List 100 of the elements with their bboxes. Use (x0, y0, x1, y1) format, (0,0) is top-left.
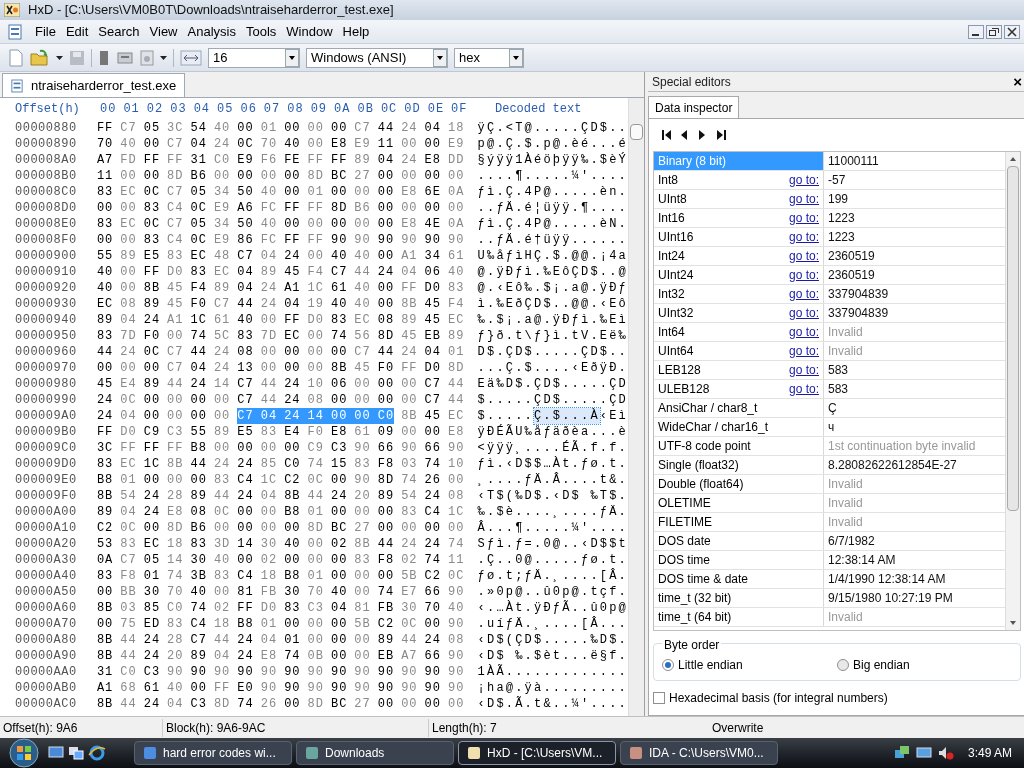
decoded-text[interactable]: <ÿÿÿ¸....ÉÃ.f.f. (477, 440, 628, 456)
restore-icon[interactable] (986, 24, 1002, 39)
memory-icon[interactable] (98, 49, 110, 66)
field-label-cell[interactable]: UInt64 go to: (654, 342, 824, 360)
decoded-text[interactable]: ‹Eì (599, 408, 628, 424)
go-to-link[interactable]: go to: (788, 380, 819, 398)
field-label-cell[interactable]: LEB128 go to: (654, 361, 824, 379)
hex-bytes[interactable]: 44 24 0C C7 44 24 08 00 00 00 00 C7 44 24 04 01 (96, 344, 465, 360)
field-label-cell[interactable]: Int8 go to: (654, 171, 824, 189)
close-button[interactable]: × (1013, 74, 1024, 89)
bytes-per-row-select[interactable]: 16 (208, 47, 300, 68)
decoded-text[interactable]: .uíƒÄ.¸....[Â... (477, 616, 628, 632)
hex-bytes[interactable]: 00 00 83 C4 0C E9 A6 FC FF FF 8D B6 00 00 00 00 (96, 200, 465, 216)
field-label-cell[interactable]: Int24 go to: (654, 247, 824, 265)
panel-tab[interactable]: Data inspector (648, 96, 740, 118)
taskbar-button[interactable]: HxD - [C:\Users\VM... (458, 741, 616, 765)
hex-bytes[interactable]: 8B 54 24 28 89 44 24 04 8B 44 24 20 89 54 24 08 (96, 488, 465, 504)
decoded-text[interactable]: @.ÿÐƒì.‰EôÇD$..@ (477, 264, 628, 280)
first-icon[interactable] (661, 128, 673, 142)
hex-bytes[interactable]: 00 BB 30 70 40 00 81 FB 30 70 40 00 74 E7 66 90 (96, 584, 465, 600)
close-icon[interactable] (1004, 24, 1020, 39)
decoded-text[interactable]: ‰.$¡.a@.ÿÐƒì.‰Eì (477, 312, 628, 328)
hex-bytes[interactable]: 0A C7 05 14 30 40 00 02 00 00 00 83 F8 02 74 11 (96, 552, 465, 568)
go-to-link[interactable]: go to: (788, 361, 819, 379)
field-label-cell[interactable]: ULEB128 go to: (654, 380, 824, 398)
last-icon[interactable] (715, 128, 727, 142)
decoded-text[interactable]: .Ç..0@.....ƒø.t. (477, 552, 628, 568)
menu-item[interactable]: File (30, 21, 61, 42)
desktop-icon[interactable] (48, 746, 64, 760)
hex-bytes[interactable]: EC 08 89 45 F0 C7 44 24 04 19 40 40 00 8B 45 F4 (96, 296, 465, 312)
decoded-text[interactable]: ....¶.....¼'.... (477, 168, 628, 184)
field-label-cell[interactable]: DOS date (654, 532, 824, 550)
menu-item[interactable]: Window (281, 21, 338, 42)
hex-bytes[interactable]: 8B 03 85 C0 74 02 FF D0 83 C3 04 81 FB 30 70 40 (96, 600, 465, 616)
hex-bytes[interactable]: 8B 44 24 20 89 04 24 E8 74 0B 00 00 EB A7 66 90 (96, 648, 465, 664)
hex-bytes[interactable]: 53 83 EC 18 83 3D 14 30 40 00 02 8B 44 24 24 74 (96, 536, 465, 552)
field-label-cell[interactable]: UInt32 go to: (654, 304, 824, 322)
decoded-text[interactable]: Â...¶.....¼'.... (477, 520, 628, 536)
go-to-link[interactable]: go to: (788, 304, 819, 322)
field-label-cell[interactable]: WideChar / char16_t (654, 418, 824, 436)
go-to-link[interactable]: go to: (788, 209, 819, 227)
open-folder-icon[interactable] (30, 48, 50, 67)
hex-bytes[interactable]: 89 04 24 E8 08 0C 00 00 B8 01 00 00 00 83 C4 1C (96, 504, 465, 520)
taskbar-button[interactable]: Downloads (296, 741, 454, 765)
windows-icon[interactable] (68, 746, 84, 760)
field-label-cell[interactable]: Int32 go to: (654, 285, 824, 303)
network-icon[interactable] (893, 745, 910, 761)
menu-item[interactable]: Edit (60, 21, 94, 42)
decoded-text[interactable]: $..... (477, 408, 534, 424)
go-to-link[interactable]: go to: (788, 323, 819, 341)
decoded-text[interactable]: §ýÿÿ1Àéöþÿÿ‰.$èÝ (477, 152, 628, 168)
charset-select[interactable]: Windows (ANSI) (306, 47, 448, 68)
decoded-text[interactable]: Sƒì.ƒ=.0@..‹D$$t (477, 536, 628, 552)
decoded-text[interactable]: D$.ÇD$.....ÇD$.. (477, 344, 628, 360)
hex-bytes[interactable]: A1 68 61 40 00 FF E0 90 90 90 90 90 90 90 90 90 (96, 680, 465, 696)
decoded-text[interactable]: ì.‰EðÇD$..@@.‹Eô (477, 296, 628, 312)
decoded-text[interactable]: p@.Ç.$.p@.èé...é (477, 136, 628, 152)
caret-icon[interactable] (160, 54, 167, 61)
field-label-cell[interactable]: DOS time (654, 551, 824, 569)
field-label-cell[interactable]: AnsiChar / char8_t (654, 399, 824, 417)
hex-bytes[interactable]: 00 75 ED 83 C4 18 B8 01 00 00 00 5B C2 0C 00 90 (96, 616, 465, 632)
muted-speaker-icon[interactable] (937, 745, 954, 761)
clock[interactable]: 3:49 AM (959, 744, 1020, 762)
hex-bytes[interactable]: 8B 44 24 04 C3 8D 74 26 00 8D BC 27 00 00 00 00 (96, 696, 465, 712)
radio-button[interactable] (837, 659, 849, 671)
decoded-text[interactable]: ‰.$è....¸....ƒÄ. (477, 504, 628, 520)
menu-item[interactable]: Tools (240, 21, 282, 42)
field-label-cell[interactable]: Int64 go to: (654, 323, 824, 341)
hex-bytes[interactable]: C2 0C 00 8D B6 00 00 00 00 8D BC 27 00 00 00 00 (96, 520, 465, 536)
menu-item[interactable]: Search (93, 21, 145, 42)
hex-bytes[interactable]: 24 04 00 00 00 00 (96, 408, 231, 424)
field-label-cell[interactable]: UInt8 go to: (654, 190, 824, 208)
taskbar-button[interactable]: hard error codes wi... (134, 741, 292, 765)
hex-bytes[interactable]: 8B 45 EC (401, 408, 465, 424)
decoded-text[interactable]: ¡ha@.ÿà......... (477, 680, 628, 696)
go-to-link[interactable]: go to: (788, 285, 819, 303)
caret-icon[interactable] (56, 54, 63, 61)
taskbar-button[interactable]: IDA - C:\Users\VM0... (620, 741, 778, 765)
go-to-link[interactable]: go to: (788, 247, 819, 265)
go-to-link[interactable]: go to: (788, 171, 819, 189)
hex-bytes[interactable]: 89 04 24 A1 1C 61 40 00 FF D0 83 EC 08 89 45 EC (96, 312, 465, 328)
hex-bytes[interactable]: FF C7 05 3C 54 40 00 01 00 00 00 C7 44 24 04 18 (96, 120, 465, 136)
scrollbar[interactable] (628, 98, 644, 716)
decoded-text[interactable]: ‹T$(‰D$.‹D$ ‰T$. (477, 488, 628, 504)
hex-bytes[interactable]: 3C FF FF FF B8 00 00 00 00 C9 C3 90 66 90 66 90 (96, 440, 465, 456)
decoded-text[interactable]: ÿÇ.<T@.....ÇD$.. (477, 120, 628, 136)
document-tab[interactable]: ntraiseharderror_test.exe (2, 73, 186, 97)
hex-bytes[interactable]: 40 00 FF D0 83 EC 04 89 45 F4 C7 44 24 04 06 40 (96, 264, 465, 280)
menu-item[interactable]: Help (337, 21, 375, 42)
field-label-cell[interactable]: UInt24 go to: (654, 266, 824, 284)
hex-bytes[interactable]: 55 89 E5 83 EC 48 C7 04 24 00 40 40 00 A1 34 61 (96, 248, 465, 264)
menu-item[interactable]: View (144, 21, 183, 42)
decoded-text[interactable]: @.‹Eô‰.$¡.a@.ÿÐƒ (477, 280, 628, 296)
go-to-link[interactable]: go to: (788, 342, 819, 360)
hex-bytes[interactable]: 31 C0 C3 90 90 90 90 90 90 90 90 90 90 90 90 90 (96, 664, 465, 680)
decoded-text[interactable]: ¸....ƒÄ.Â....t&. (477, 472, 628, 488)
field-label-cell[interactable]: time_t (32 bit) (654, 589, 824, 607)
hex-bytes[interactable]: 45 E4 89 44 24 14 C7 44 24 10 06 00 00 00 C7 44 (96, 376, 465, 392)
hex-bytes[interactable]: 00 00 83 C4 0C E9 86 FC FF FF 90 90 90 90 90 90 (96, 232, 465, 248)
decoded-text[interactable]: ‹D$ ‰.$èt...ë§f. (477, 648, 628, 664)
